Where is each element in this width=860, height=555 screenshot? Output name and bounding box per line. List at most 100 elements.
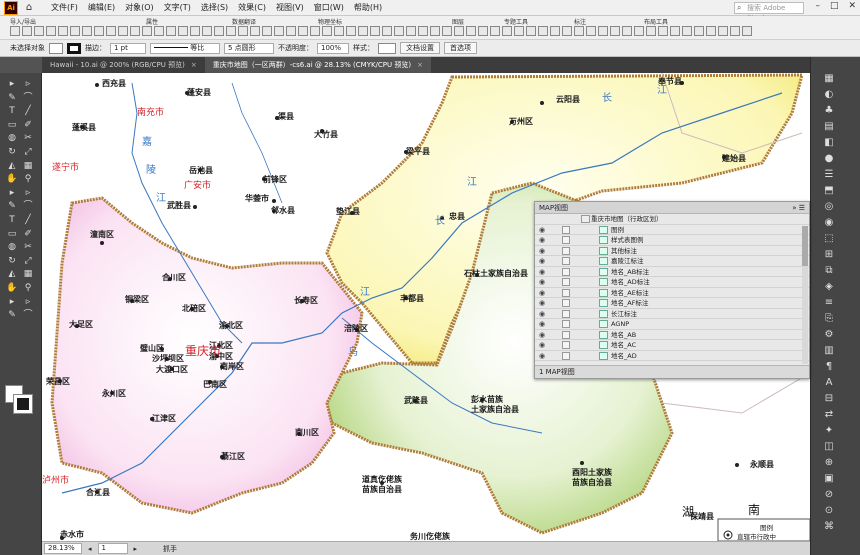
dock-panel-icon[interactable]: ◉ — [823, 217, 835, 229]
layer-row[interactable]: ◉ 长江标注 — [535, 309, 809, 319]
ribbon-tool-icon[interactable] — [286, 26, 296, 36]
menu-item[interactable]: 选择(S) — [196, 2, 233, 13]
dock-panel-icon[interactable]: ⚙ — [823, 329, 835, 341]
blob-brush-icon[interactable]: ◍ — [6, 133, 18, 144]
ribbon-tool-icon[interactable] — [730, 26, 740, 36]
scale-tool-icon[interactable]: ⤢ — [22, 147, 34, 158]
ribbon-tool-icon[interactable] — [430, 26, 440, 36]
menu-item[interactable]: 帮助(H) — [349, 2, 387, 13]
dock-panel-icon[interactable]: ◐ — [823, 89, 835, 101]
lock-toggle[interactable] — [562, 246, 570, 255]
pencil-tool-icon[interactable]: ✐ — [22, 229, 34, 240]
blob-brush-icon[interactable]: ◍ — [6, 242, 18, 253]
layer-row[interactable]: ◉ 其他标注 — [535, 246, 809, 256]
dock-panel-icon[interactable]: ⊙ — [823, 505, 835, 517]
visibility-eye-icon[interactable]: ◉ — [539, 277, 545, 287]
ribbon-tool-icon[interactable] — [550, 26, 560, 36]
ribbon-tool-icon[interactable] — [22, 26, 32, 36]
dock-panel-icon[interactable]: ⊞ — [823, 249, 835, 261]
ribbon-tool-icon[interactable] — [106, 26, 116, 36]
ribbon-tool-icon[interactable] — [118, 26, 128, 36]
lock-toggle[interactable] — [562, 236, 570, 244]
ribbon-tool-icon[interactable] — [142, 26, 152, 36]
lock-toggle[interactable] — [562, 320, 570, 328]
ribbon-tool-icon[interactable] — [358, 26, 368, 36]
ribbon-tool-icon[interactable] — [298, 26, 308, 36]
layer-row[interactable]: 重庆市地图（行政区划） — [535, 214, 809, 225]
visibility-eye-icon[interactable]: ◉ — [539, 298, 545, 308]
hand-tool-icon[interactable]: ✋ — [6, 283, 18, 294]
ribbon-tool-icon[interactable] — [10, 26, 20, 36]
dock-panel-icon[interactable]: ♣ — [823, 105, 835, 117]
ribbon-tool-icon[interactable] — [418, 26, 428, 36]
next-page-icon[interactable]: ▸ — [134, 545, 138, 553]
visibility-eye-icon[interactable]: ◉ — [539, 267, 545, 277]
hand-tool-icon[interactable]: ✋ — [6, 174, 18, 185]
curvature-tool-icon[interactable]: ⌒ — [22, 310, 34, 321]
ribbon-tool-icon[interactable] — [70, 26, 80, 36]
menu-item[interactable]: 视图(V) — [271, 2, 309, 13]
dock-panel-icon[interactable]: ◈ — [823, 281, 835, 293]
ribbon-tool-icon[interactable] — [442, 26, 452, 36]
stroke-swatch[interactable] — [67, 42, 81, 54]
layer-row[interactable]: ◉ 地名_AD — [535, 351, 809, 361]
ribbon-tool-icon[interactable] — [34, 26, 44, 36]
ribbon-tool-icon[interactable] — [394, 26, 404, 36]
pen-tool-icon[interactable]: ✎ — [6, 93, 18, 104]
ribbon-tool-icon[interactable] — [262, 26, 272, 36]
layer-row[interactable]: ◉ 地名_AE标注 — [535, 288, 809, 298]
menu-item[interactable]: 效果(C) — [233, 2, 271, 13]
visibility-eye-icon[interactable]: ◉ — [539, 235, 545, 245]
ribbon-tool-icon[interactable] — [586, 26, 596, 36]
ribbon-tool-icon[interactable] — [370, 26, 380, 36]
selection-tool-icon[interactable]: ▸ — [6, 297, 18, 308]
direct-select-tool-icon[interactable]: ▹ — [22, 297, 34, 308]
fill-swatch[interactable] — [49, 42, 63, 54]
ribbon-tool-icon[interactable] — [310, 26, 320, 36]
dock-panel-icon[interactable]: ◎ — [823, 201, 835, 213]
lock-toggle[interactable] — [562, 351, 570, 360]
ribbon-tool-icon[interactable] — [562, 26, 572, 36]
stroke-profile-select[interactable]: 等比 — [150, 42, 220, 54]
ribbon-tool-icon[interactable] — [406, 26, 416, 36]
dock-panel-icon[interactable]: ⬒ — [823, 185, 835, 197]
direct-select-tool-icon[interactable]: ▹ — [22, 79, 34, 90]
dock-panel-icon[interactable]: A — [823, 377, 835, 389]
document-setup-button[interactable]: 文档设置 — [400, 42, 440, 54]
ribbon-tool-icon[interactable] — [58, 26, 68, 36]
type-tool-icon[interactable]: T — [6, 215, 18, 226]
layer-row[interactable]: ◉ AGNP — [535, 319, 809, 330]
prev-page-icon[interactable]: ◂ — [88, 545, 92, 553]
ribbon-tool-icon[interactable] — [190, 26, 200, 36]
layer-row[interactable]: ◉ 地名_AC — [535, 340, 809, 351]
panel-scrollbar[interactable] — [802, 226, 808, 364]
dock-panel-icon[interactable]: ◧ — [823, 137, 835, 149]
ribbon-tool-icon[interactable] — [598, 26, 608, 36]
tab-hawaii[interactable]: Hawaii - 10.ai @ 200% (RGB/CPU 预览) × — [42, 57, 205, 73]
dock-panel-icon[interactable]: ● — [823, 153, 835, 165]
dock-panel-icon[interactable]: ▦ — [823, 73, 835, 85]
ribbon-tool-icon[interactable] — [502, 26, 512, 36]
close-icon[interactable]: × — [417, 61, 423, 69]
gradient-tool-icon[interactable]: ▦ — [22, 269, 34, 280]
lock-toggle[interactable] — [562, 257, 570, 265]
lock-toggle[interactable] — [562, 225, 570, 234]
close-icon[interactable]: ✕ — [848, 1, 856, 11]
layers-panel[interactable]: MAP视图 » ☰ 重庆市地图（行政区划） ◉ 图例 ◉ 样式表图例 ◉ 其他标注 ◉ 嘉陵江… — [534, 201, 810, 379]
visibility-eye-icon[interactable]: ◉ — [539, 351, 545, 361]
selection-tool-icon[interactable]: ▸ — [6, 188, 18, 199]
ribbon-tool-icon[interactable] — [382, 26, 392, 36]
dock-panel-icon[interactable]: ☰ — [823, 169, 835, 181]
ribbon-tool-icon[interactable] — [46, 26, 56, 36]
ribbon-tool-icon[interactable] — [226, 26, 236, 36]
visibility-eye-icon[interactable]: ◉ — [539, 288, 545, 298]
scissors-tool-icon[interactable]: ✂ — [22, 242, 34, 253]
zoom-tool-icon[interactable]: ⚲ — [22, 174, 34, 185]
line-tool-icon[interactable]: ╱ — [22, 106, 34, 117]
lock-toggle[interactable] — [562, 299, 570, 307]
layer-row[interactable]: ◉ 嘉陵江标注 — [535, 256, 809, 267]
ribbon-tool-icon[interactable] — [490, 26, 500, 36]
scissors-tool-icon[interactable]: ✂ — [22, 133, 34, 144]
ribbon-tool-icon[interactable] — [238, 26, 248, 36]
lock-toggle[interactable] — [562, 278, 570, 286]
